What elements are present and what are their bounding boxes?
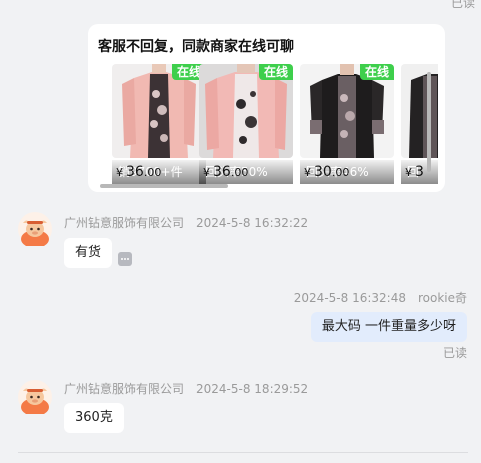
- price-integer: 36: [126, 164, 144, 180]
- message-time: 2024-5-8 16:32:22: [196, 216, 309, 230]
- price-decimal: .00: [230, 166, 249, 179]
- message-meta: 2024-5-8 16:32:48 rookie奇: [294, 289, 467, 306]
- product-card-4[interactable]: 回 ¥3: [401, 64, 438, 184]
- similar-shops-card: 客服不回复，同款商家在线可聊 在线 销9700+件 ¥36.00 在线 回头率5…: [88, 24, 445, 192]
- product-price: ¥3: [405, 164, 424, 180]
- price-integer: 3: [415, 164, 424, 180]
- previous-read-status: 已读: [450, 0, 475, 10]
- message-meta: 广州钻意服饰有限公司 2024-5-8 16:32:22: [64, 214, 308, 231]
- sender-name: rookie奇: [417, 291, 467, 305]
- similar-shops-title: 客服不回复，同款商家在线可聊: [98, 39, 294, 55]
- currency-symbol: ¥: [405, 166, 412, 179]
- message-time: 2024-5-8 16:32:48: [293, 291, 406, 305]
- currency-symbol: ¥: [304, 166, 311, 179]
- input-divider: [18, 452, 468, 453]
- price-decimal: .00: [143, 166, 162, 179]
- my-message-bubble: 最大码 一件重量多少呀: [310, 312, 467, 342]
- product-price: ¥36.00: [116, 164, 161, 180]
- price-decimal: .00: [331, 166, 350, 179]
- online-badge: 在线: [258, 64, 293, 80]
- price-integer: 36: [213, 164, 231, 180]
- currency-symbol: ¥: [203, 166, 210, 179]
- product-card-1[interactable]: 在线 销9700+件 ¥36.00: [112, 64, 206, 184]
- message-meta: 广州钻意服饰有限公司 2024-5-8 18:29:52: [64, 380, 308, 397]
- online-badge: 在线: [359, 64, 394, 80]
- product-card-2[interactable]: 在线 回头率50% ¥36.00: [199, 64, 293, 184]
- shop-avatar-icon[interactable]: [18, 212, 52, 248]
- shop-avatar-icon[interactable]: [18, 380, 52, 416]
- read-status: 已读: [442, 346, 467, 360]
- more-options-icon[interactable]: [118, 252, 132, 266]
- product-carousel[interactable]: 在线 销9700+件 ¥36.00 在线 回头率50% ¥ 36.00 在线 回…: [98, 64, 438, 186]
- product-price: ¥30.00: [304, 164, 349, 180]
- carousel-horizontal-scrollbar[interactable]: [100, 184, 228, 188]
- product-price: ¥36.00: [203, 164, 248, 180]
- currency-symbol: ¥: [116, 166, 123, 179]
- message-bubble: 360克: [64, 403, 124, 433]
- sender-name: 广州钻意服饰有限公司: [64, 216, 185, 230]
- carousel-vertical-scrollbar[interactable]: [427, 72, 431, 172]
- product-card-3[interactable]: 在线 回头率46% ¥30.00: [300, 64, 394, 184]
- sender-name: 广州钻意服饰有限公司: [64, 382, 185, 396]
- product-image-4: [401, 64, 438, 158]
- price-integer: 30: [314, 164, 332, 180]
- message-bubble: 有货: [64, 238, 113, 268]
- message-time: 2024-5-8 18:29:52: [196, 382, 309, 396]
